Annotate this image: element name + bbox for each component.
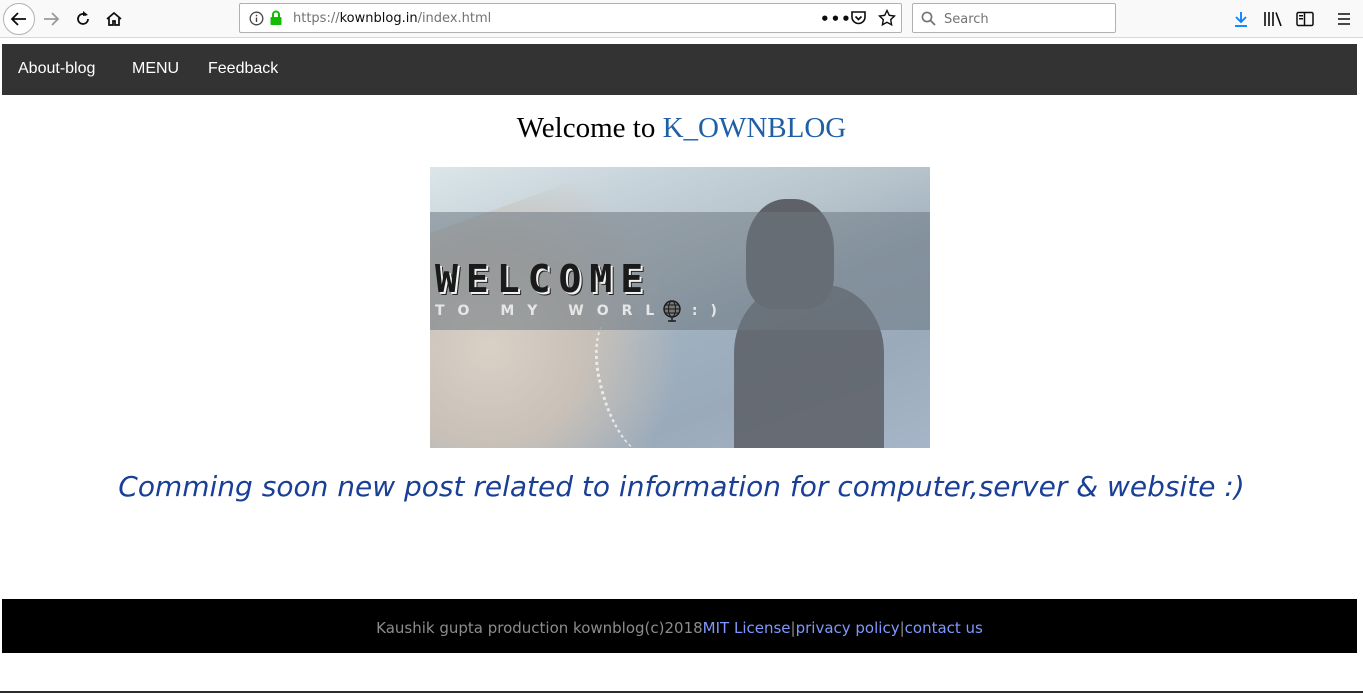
url-path: /index.html	[417, 11, 492, 26]
page-title: Welcome to K_OWNBLOG	[0, 112, 1363, 145]
secure-lock-icon[interactable]	[269, 10, 283, 30]
url-bar[interactable]: https://kownblog.in/index.html •••	[239, 3, 902, 33]
url-domain: kownblog.in	[339, 11, 418, 26]
download-icon[interactable]	[1226, 4, 1256, 34]
site-footer: Kaushik gupta production kownblog(c)2018…	[2, 599, 1357, 653]
hero-heading: WELCOME	[435, 257, 652, 301]
back-arrow-icon[interactable]	[3, 3, 35, 35]
bookmark-star-icon[interactable]	[877, 8, 897, 31]
hero-banner-image: WELCOME TO MY WORLD:)	[430, 167, 930, 448]
search-icon	[921, 11, 936, 30]
title-prefix: Welcome to	[516, 112, 663, 144]
footer-copyright: Kaushik gupta production kownblog(c)2018	[376, 619, 703, 637]
site-navbar: About-blog MENU Feedback	[2, 44, 1357, 95]
sidebar-icon[interactable]	[1290, 4, 1320, 34]
home-icon[interactable]	[99, 4, 129, 34]
page-actions-icon[interactable]: •••	[820, 10, 852, 28]
browser-toolbar: https://kownblog.in/index.html ••• Searc…	[0, 0, 1363, 38]
hero-subheading: TO MY WORLD:)	[435, 303, 730, 319]
contact-us-link[interactable]: contact us	[905, 619, 983, 637]
nav-item-menu[interactable]: MENU	[132, 60, 179, 78]
privacy-policy-link[interactable]: privacy policy	[796, 619, 900, 637]
nav-item-about-blog[interactable]: About-blog	[18, 60, 95, 78]
reload-icon[interactable]	[68, 4, 98, 34]
search-placeholder: Search	[944, 12, 989, 27]
coming-soon-tagline: Comming soon new post related to informa…	[118, 470, 1245, 503]
info-icon[interactable]	[249, 11, 264, 30]
url-scheme: https://	[293, 11, 340, 26]
nav-item-feedback[interactable]: Feedback	[208, 60, 278, 78]
pocket-icon[interactable]	[850, 10, 867, 30]
globe-icon	[662, 300, 682, 326]
bottom-divider	[0, 691, 1363, 693]
search-bar[interactable]: Search	[912, 3, 1116, 33]
library-icon[interactable]	[1258, 4, 1288, 34]
forward-arrow-icon[interactable]	[36, 4, 66, 34]
hamburger-menu-icon[interactable]	[1329, 4, 1359, 34]
brand-name: K_OWNBLOG	[662, 112, 847, 144]
url-text: https://kownblog.in/index.html	[293, 11, 491, 26]
mit-license-link[interactable]: MIT License	[703, 619, 791, 637]
